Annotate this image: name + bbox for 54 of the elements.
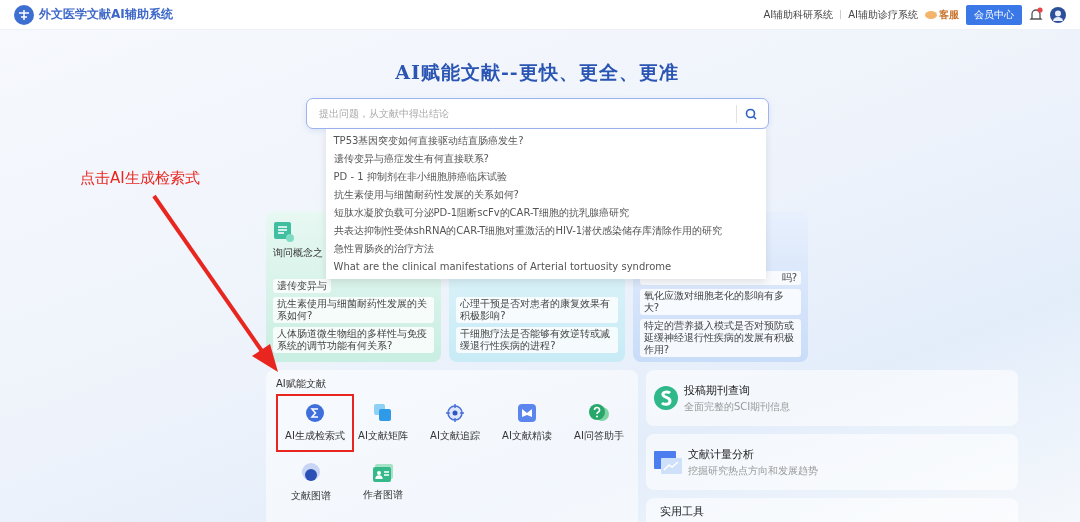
nav-link[interactable]: AI辅助科研系统 bbox=[763, 7, 834, 22]
document-icon bbox=[273, 221, 295, 243]
id-card-icon bbox=[372, 464, 394, 482]
card-title: 文献计量分析 bbox=[688, 446, 755, 462]
tool-button[interactable]: 作者图谱 bbox=[348, 454, 418, 512]
question-chip[interactable]: 干细胞疗法是否能够有效逆转或减缓退行性疾病的进程? bbox=[456, 327, 618, 353]
tool-button[interactable]: AI文献追踪 bbox=[420, 394, 490, 452]
search-field[interactable]: 提出问题，从文献中得出结论 bbox=[305, 98, 769, 129]
card-title: 实用工具 bbox=[660, 504, 704, 519]
section-title: AI赋能文献 bbox=[276, 377, 327, 391]
tool-button[interactable]: AI文献精读 bbox=[492, 394, 562, 452]
chat-bubble-icon bbox=[925, 9, 937, 20]
suggestion-item[interactable]: PD - 1 抑制剂在非小细胞肺癌临床试验 bbox=[325, 168, 766, 186]
suggestion-item[interactable]: 遗传变异与癌症发生有何直接联系? bbox=[325, 150, 766, 168]
question-chip[interactable]: 特定的营养摄入模式是否对预防或延缓神经退行性疾病的发展有积极作用? bbox=[639, 319, 801, 357]
feature-card[interactable]: 投稿期刊查询 全面完整的SCI期刊信息 bbox=[646, 370, 1018, 426]
hero-title: AI赋能文献--更快、更全、更准 bbox=[395, 60, 679, 84]
tool-button[interactable]: AI问答助手 bbox=[564, 394, 634, 452]
search-icon[interactable] bbox=[744, 108, 757, 120]
card-subtitle: 挖掘研究热点方向和发展趋势 bbox=[688, 463, 818, 478]
nav-link[interactable]: AI辅助诊疗系统 bbox=[848, 7, 918, 22]
feature-card[interactable]: 实用工具 bbox=[646, 498, 1018, 522]
avatar[interactable] bbox=[1050, 6, 1066, 23]
bell-icon[interactable] bbox=[1029, 6, 1043, 23]
question-chip[interactable]: 人体肠道微生物组的多样性与免疫系统的调节功能有何关系? bbox=[273, 327, 435, 353]
question-chip[interactable]: 遗传变异与 bbox=[273, 279, 331, 293]
tool-button[interactable]: AI生成检索式 bbox=[276, 394, 354, 452]
sigma-icon bbox=[305, 403, 325, 423]
suggestion-item[interactable]: What are the clinical manifestations of Arterial tortuosity syndrome bbox=[325, 258, 766, 276]
question-chip[interactable]: 氧化应激对细胞老化的影响有多大? bbox=[639, 289, 801, 315]
target-icon bbox=[445, 403, 465, 423]
member-center-button[interactable]: 会员中心 bbox=[966, 4, 1022, 25]
logo-icon bbox=[14, 4, 34, 25]
suggestion-item[interactable]: 急性胃肠炎的治疗方法 bbox=[325, 240, 766, 258]
card-title: 询问概念之 bbox=[273, 246, 323, 260]
book-icon bbox=[517, 403, 537, 423]
suggestion-item[interactable]: TP53基因突变如何直接驱动结直肠癌发生? bbox=[325, 132, 766, 150]
suggestion-item[interactable]: 共表达抑制性受体shRNA的CAR-T细胞对重激活的HIV-1潜伏感染储存库清除作用的研究 bbox=[325, 222, 766, 240]
s-logo-icon bbox=[654, 386, 678, 410]
question-bubble-icon bbox=[588, 403, 610, 423]
card-subtitle: 全面完整的SCI期刊信息 bbox=[684, 399, 791, 414]
service-link[interactable]: 客服 bbox=[925, 7, 959, 22]
card-title: 投稿期刊查询 bbox=[684, 382, 751, 398]
stacked-squares-icon bbox=[373, 403, 393, 423]
app-title: 外文医学文献AI辅助系统 bbox=[39, 6, 173, 23]
question-chip[interactable]: 心理干预是否对患者的康复效果有积极影响? bbox=[456, 297, 618, 323]
annotation-text: 点击AI生成检索式 bbox=[80, 169, 200, 187]
suggestion-item[interactable]: 抗生素使用与细菌耐药性发展的关系如何? bbox=[325, 186, 766, 204]
chart-window-icon bbox=[654, 450, 682, 474]
tool-button[interactable]: 文献图谱 bbox=[276, 454, 346, 512]
feature-card[interactable]: 文献计量分析 挖掘研究热点方向和发展趋势 bbox=[646, 434, 1018, 490]
suggestion-item[interactable]: 短肽水凝胶负载可分泌PD-1阻断scFv的CAR-T细胞的抗乳腺癌研究 bbox=[325, 204, 766, 222]
globe-icon bbox=[301, 463, 321, 483]
question-chip[interactable]: 抗生素使用与细菌耐药性发展的关系如何? bbox=[273, 297, 435, 323]
